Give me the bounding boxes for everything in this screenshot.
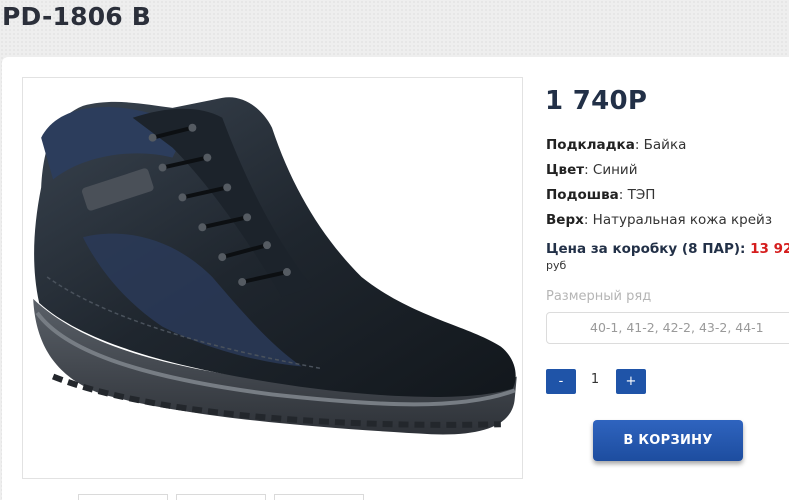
attribute-lining: Подкладка: Байка	[546, 137, 686, 153]
thumbnail-1[interactable]	[78, 494, 168, 500]
boot-illustration	[33, 97, 517, 435]
box-price-amount: 13 920	[750, 241, 789, 257]
attribute-label: Подкладка	[546, 137, 635, 153]
attribute-value: : ТЭП	[618, 187, 656, 203]
attribute-label: Цвет	[546, 162, 585, 178]
quantity-increase-button[interactable]: +	[616, 369, 646, 394]
attribute-color: Цвет: Синий	[546, 162, 637, 178]
quantity-value[interactable]: 1	[588, 372, 602, 387]
box-price-label: Цена за коробку (8 ПАР):	[546, 241, 746, 257]
attribute-label: Подошва	[546, 187, 619, 203]
attribute-value: : Натуральная кожа крейз	[583, 212, 773, 228]
product-image[interactable]	[22, 77, 523, 479]
price: 1 740Р	[545, 86, 648, 116]
attribute-value: : Байка	[634, 137, 687, 153]
thumbnail-3[interactable]	[274, 494, 364, 500]
quantity-decrease-button[interactable]: -	[546, 369, 576, 394]
sizes-field[interactable]: 40-1, 41-2, 42-2, 43-2, 44-1	[546, 312, 789, 344]
attribute-sole: Подошва: ТЭП	[546, 187, 655, 203]
add-to-cart-button[interactable]: В КОРЗИНУ	[593, 420, 743, 461]
page-title: PD-1806 B	[2, 2, 152, 31]
sizes-label: Размерный ряд	[546, 289, 652, 304]
attribute-upper: Верх: Натуральная кожа крейз	[546, 212, 772, 228]
thumbnail-2[interactable]	[176, 494, 266, 500]
box-price: Цена за коробку (8 ПАР): 13 920	[546, 241, 789, 257]
attribute-label: Верх	[546, 212, 584, 228]
currency-label: руб	[546, 259, 567, 272]
attribute-value: : Синий	[584, 162, 638, 178]
